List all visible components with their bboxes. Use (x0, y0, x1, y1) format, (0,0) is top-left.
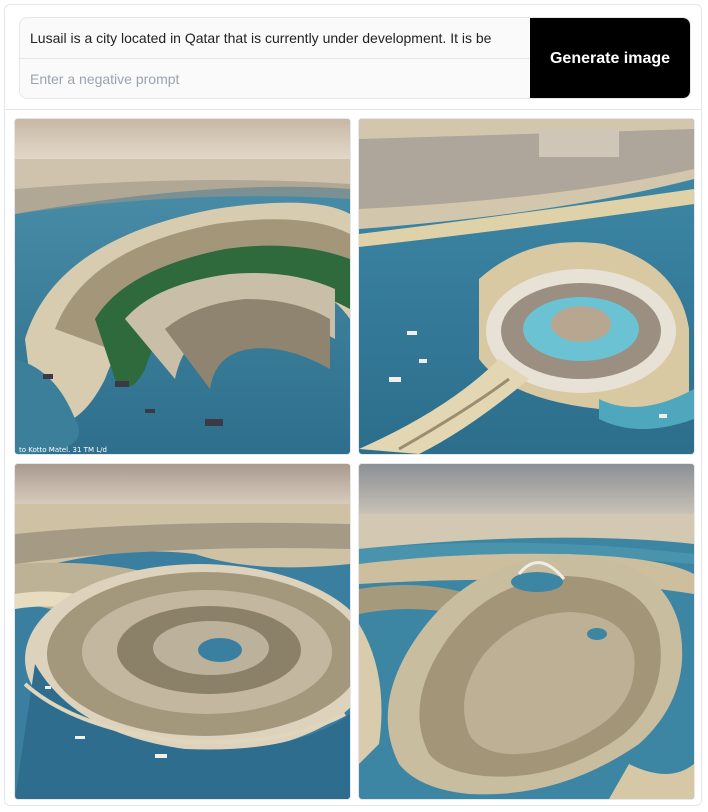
aerial-city-image (359, 119, 694, 454)
image-gallery: to Kotto Matel. 31 TM L/d (14, 118, 696, 801)
aerial-city-image: to Kotto Matel. 31 TM L/d (15, 119, 350, 454)
prompt-panel: Generate image (19, 17, 691, 99)
image-overlay-text: to Kotto Matel. 31 TM L/d (19, 446, 107, 454)
section-divider (5, 109, 701, 110)
app-window: Generate image (4, 4, 702, 806)
generated-image-2[interactable] (358, 118, 695, 455)
generate-image-button[interactable]: Generate image (530, 18, 690, 98)
generated-image-3[interactable] (14, 463, 351, 800)
generated-image-1[interactable]: to Kotto Matel. 31 TM L/d (14, 118, 351, 455)
prompt-input[interactable] (20, 18, 530, 58)
aerial-city-image (15, 464, 350, 799)
generated-image-4[interactable] (358, 463, 695, 800)
negative-prompt-input[interactable] (20, 59, 530, 98)
aerial-city-image (359, 464, 694, 799)
